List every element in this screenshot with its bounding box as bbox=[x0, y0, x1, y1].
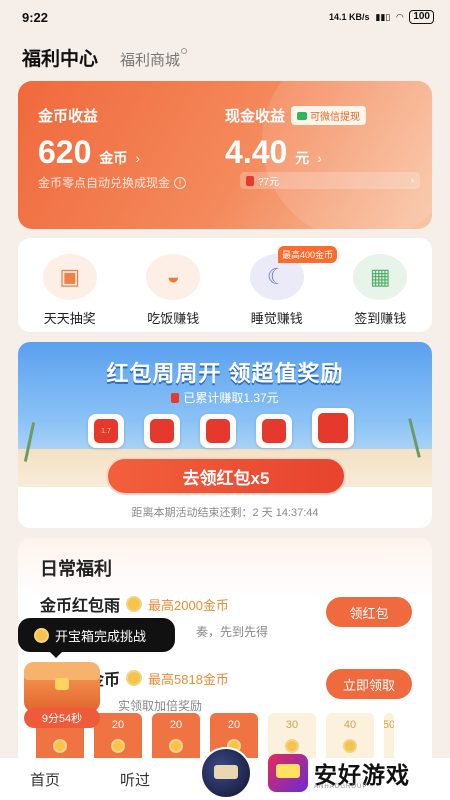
earnings-card: 金币收益 620 金币 › 现金收益 可微信提现 4.40 元 › 金币零点自动… bbox=[18, 81, 432, 229]
tooltip-text: 开宝箱完成挑战 bbox=[55, 628, 147, 644]
rice-bowl-icon: ◒ bbox=[146, 254, 201, 300]
banner-subtitle-text: 已累计赚取1.37元 bbox=[183, 391, 279, 405]
coin-cell-value: 30 bbox=[285, 719, 299, 731]
chevron-right-icon: › bbox=[135, 150, 141, 166]
claim-red-packet-button[interactable]: 领红包 bbox=[326, 597, 412, 627]
tab-home[interactable]: 首页 bbox=[0, 769, 90, 790]
status-icons: 14.1 KB/s ▮▮▯ ◠ 100 bbox=[329, 10, 434, 24]
treasure-chest-tooltip: 开宝箱完成挑战 bbox=[18, 618, 175, 658]
coin-cell-value: 20 bbox=[111, 719, 125, 731]
exchange-note: 金币零点自动兑换成现金 ! bbox=[38, 174, 187, 191]
lock-icon bbox=[55, 678, 69, 690]
page-header: 福利中心 福利商城 bbox=[22, 44, 188, 71]
calendar-check-icon: ▦ bbox=[353, 254, 408, 300]
red-packet-banner: 红包周周开 领超值奖励 已累计赚取1.37元 1.7 去领红包x5 距离本期活动… bbox=[18, 342, 432, 528]
chevron-right-icon: › bbox=[317, 150, 322, 166]
coin-icon bbox=[34, 627, 49, 643]
battery-icon: 100 bbox=[409, 10, 434, 24]
coin-unit: 金币 bbox=[99, 150, 128, 166]
watermark: 安好游戏 ANHAOGROUP bbox=[268, 748, 442, 798]
red-packet-icon bbox=[206, 419, 230, 443]
cash-earnings-label: 现金收益 bbox=[225, 108, 286, 125]
shortcut-label: 天天抽奖 bbox=[43, 311, 96, 326]
page-title[interactable]: 福利中心 bbox=[22, 44, 98, 71]
coin-icon bbox=[111, 739, 125, 753]
shortcut-label: 吃饭赚钱 bbox=[147, 311, 200, 326]
exchange-note-text: 金币零点自动兑换成现金 bbox=[38, 176, 171, 190]
coin-cell-value: 20 bbox=[169, 719, 183, 731]
banner-subtitle: 已累计赚取1.37元 bbox=[18, 389, 432, 406]
task-name: 金币红包雨 bbox=[40, 598, 121, 615]
red-packet-item[interactable] bbox=[256, 414, 292, 448]
red-packet-icon bbox=[171, 392, 180, 403]
wechat-withdraw-badge: 可微信提现 bbox=[291, 106, 367, 125]
red-packet-list: 1.7 bbox=[88, 408, 354, 448]
redpack-pill[interactable]: ?7元 › bbox=[240, 172, 420, 189]
red-packet-icon bbox=[150, 419, 174, 443]
cash-earnings-value: 4.40 bbox=[225, 134, 288, 170]
tab-welfare-shop[interactable]: 福利商城 bbox=[120, 48, 188, 70]
redpack-pill-text: ?7元 bbox=[258, 177, 280, 188]
claim-now-button[interactable]: 立即领取 bbox=[326, 669, 412, 699]
gift-box-icon: ▣ bbox=[42, 254, 97, 300]
red-packet-icon bbox=[262, 419, 286, 443]
red-packet-item[interactable] bbox=[200, 414, 236, 448]
coin-cell-value: 20 bbox=[227, 719, 241, 731]
chevron-right-icon: › bbox=[410, 175, 414, 186]
cash-earnings[interactable]: 现金收益 可微信提现 4.40 元 › bbox=[225, 105, 367, 171]
treasure-chest-icon[interactable] bbox=[24, 662, 100, 712]
red-packet-icon bbox=[246, 175, 254, 186]
section-title: 日常福利 bbox=[40, 559, 112, 579]
chest-countdown: 9分54秒 bbox=[24, 708, 100, 728]
coin-icon bbox=[126, 596, 143, 612]
status-time: 9:22 bbox=[22, 9, 49, 25]
coin-earnings-label: 金币收益 bbox=[38, 108, 99, 125]
banner-title: 红包周周开 领超值奖励 bbox=[106, 361, 344, 386]
coin-cell-value: 40 bbox=[343, 719, 357, 731]
coin-earnings[interactable]: 金币收益 620 金币 › bbox=[38, 105, 140, 171]
shortcut-lottery[interactable]: ▣ 天天抽奖 bbox=[18, 238, 122, 332]
collect-red-packet-button[interactable]: 去领红包x5 bbox=[106, 457, 346, 495]
red-packet-item[interactable] bbox=[144, 414, 180, 448]
red-packet-item[interactable]: 1.7 bbox=[88, 414, 124, 448]
task-reward: 最高2000金币 bbox=[148, 597, 229, 613]
red-packet-icon bbox=[318, 413, 348, 443]
shortcut-sleep[interactable]: 最高400金币 ☾ 睡觉赚钱 bbox=[225, 238, 338, 332]
shortcut-row: ▣ 天天抽奖 ◒ 吃饭赚钱 最高400金币 ☾ 睡觉赚钱 ▦ 签到赚钱 bbox=[18, 238, 432, 332]
coin-icon bbox=[169, 739, 183, 753]
coin-earnings-value: 620 bbox=[38, 134, 92, 170]
coin-icon bbox=[126, 670, 143, 686]
cash-unit: 元 bbox=[295, 150, 310, 166]
red-packet-item[interactable] bbox=[312, 408, 354, 448]
shortcut-label: 签到赚钱 bbox=[354, 311, 407, 326]
shortcut-label: 睡觉赚钱 bbox=[250, 311, 303, 326]
check-icon bbox=[297, 111, 308, 120]
tab-listened[interactable]: 听过 bbox=[90, 769, 180, 790]
coin-icon bbox=[53, 739, 67, 753]
activity-countdown: 距离本期活动结束还剩：2 天 14:37:44 bbox=[131, 507, 319, 519]
coin-cell-value: 50 bbox=[384, 719, 394, 731]
shortcut-meal[interactable]: ◒ 吃饭赚钱 bbox=[122, 238, 226, 332]
net-speed: 14.1 KB/s bbox=[329, 12, 370, 22]
wechat-withdraw-text: 可微信提现 bbox=[310, 112, 361, 123]
red-packet-amount: 1.7 bbox=[94, 419, 118, 443]
wifi-icon: ◠ bbox=[396, 11, 404, 22]
game-logo-icon bbox=[268, 754, 308, 792]
task-reward: 最高5818金币 bbox=[148, 671, 229, 687]
status-bar: 9:22 14.1 KB/s ▮▮▯ ◠ 100 bbox=[0, 0, 450, 34]
info-icon[interactable]: ! bbox=[174, 176, 187, 189]
signal-icon: ▮▮▯ bbox=[375, 11, 391, 22]
watermark-subtext: ANHAOGROUP bbox=[314, 784, 368, 790]
shortcut-signin[interactable]: ▦ 签到赚钱 bbox=[329, 238, 433, 332]
now-playing-avatar[interactable] bbox=[200, 747, 252, 799]
